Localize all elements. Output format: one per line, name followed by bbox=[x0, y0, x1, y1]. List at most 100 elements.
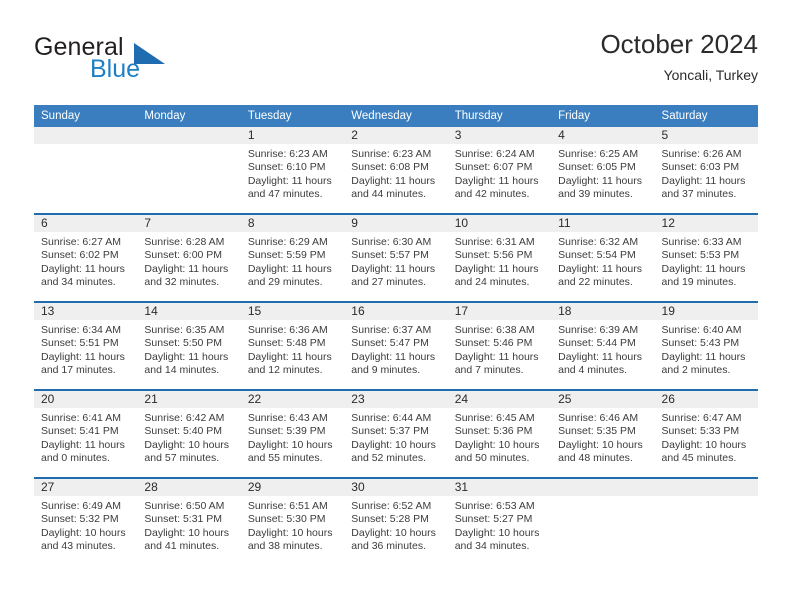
calendar-day-cell[interactable]: 22 Sunrise: 6:43 AM Sunset: 5:39 PM Dayligh… bbox=[240, 389, 345, 478]
calendar-day-cell[interactable]: 10 Sunrise: 6:31 AM Sunset: 5:56 PM Dayligh… bbox=[447, 213, 552, 302]
sunset-text: Sunset: 5:48 PM bbox=[247, 337, 326, 350]
sunrise-text: Sunrise: 6:38 AM bbox=[454, 324, 535, 336]
calendar-day-cell[interactable]: 18 Sunrise: 6:39 AM Sunset: 5:44 PM Dayligh… bbox=[551, 301, 655, 390]
day-cell-inner: 21 Sunrise: 6:42 AM Sunset: 5:40 PM Dayligh… bbox=[137, 391, 241, 477]
calendar-day-cell[interactable]: 8 Sunrise: 6:29 AM Sunset: 5:59 PM Daylight… bbox=[240, 213, 345, 302]
calendar-day-cell[interactable]: 2 Sunrise: 6:23 AM Sunset: 6:08 PM Daylight… bbox=[344, 127, 448, 214]
calendar-day-cell[interactable]: 1 Sunrise: 6:23 AM Sunset: 6:10 PM Daylight… bbox=[240, 127, 345, 214]
brand-logo[interactable]: General Blue bbox=[34, 34, 264, 90]
calendar-day-cell[interactable]: 20 Sunrise: 6:41 AM Sunset: 5:41 PM Dayligh… bbox=[34, 389, 138, 478]
calendar-day-cell[interactable]: 14 Sunrise: 6:35 AM Sunset: 5:50 PM Dayligh… bbox=[137, 301, 241, 390]
day-number bbox=[654, 479, 758, 496]
page-subtitle: Yoncali, Turkey bbox=[663, 67, 758, 83]
sunrise-text: Sunrise: 6:35 AM bbox=[144, 324, 225, 336]
daylight-text: Daylight: 11 hours and 32 minutes. bbox=[144, 262, 229, 289]
calendar-day-cell[interactable]: 5 Sunrise: 6:26 AM Sunset: 6:03 PM Daylight… bbox=[654, 127, 758, 214]
calendar-day-cell-empty bbox=[137, 127, 241, 214]
daylight-text: Daylight: 10 hours and 36 minutes. bbox=[351, 526, 436, 553]
column-header-friday: Friday bbox=[551, 105, 655, 127]
day-details: Sunrise: 6:39 AM Sunset: 5:44 PM Daylight:… bbox=[551, 320, 654, 378]
day-cell-inner: 26 Sunrise: 6:47 AM Sunset: 5:33 PM Dayligh… bbox=[654, 391, 758, 477]
calendar-day-cell[interactable]: 4 Sunrise: 6:25 AM Sunset: 6:05 PM Daylight… bbox=[551, 127, 655, 214]
sunrise-text: Sunrise: 6:47 AM bbox=[661, 412, 742, 424]
calendar-day-cell[interactable]: 12 Sunrise: 6:33 AM Sunset: 5:53 PM Dayligh… bbox=[654, 213, 758, 302]
day-details: Sunrise: 6:31 AM Sunset: 5:56 PM Daylight:… bbox=[448, 232, 551, 290]
calendar-day-cell[interactable]: 9 Sunrise: 6:30 AM Sunset: 5:57 PM Daylight… bbox=[344, 213, 448, 302]
day-cell-inner bbox=[137, 127, 241, 213]
calendar-day-cell[interactable]: 7 Sunrise: 6:28 AM Sunset: 6:00 PM Daylight… bbox=[137, 213, 241, 302]
day-details: Sunrise: 6:45 AM Sunset: 5:36 PM Daylight:… bbox=[448, 408, 551, 466]
calendar-day-cell[interactable]: 16 Sunrise: 6:37 AM Sunset: 5:47 PM Dayligh… bbox=[344, 301, 448, 390]
day-cell-inner: 28 Sunrise: 6:50 AM Sunset: 5:31 PM Dayligh… bbox=[137, 479, 241, 565]
daylight-text: Daylight: 10 hours and 57 minutes. bbox=[144, 438, 230, 465]
day-details: Sunrise: 6:25 AM Sunset: 6:05 PM Daylight:… bbox=[551, 144, 654, 202]
calendar-day-cell[interactable]: 28 Sunrise: 6:50 AM Sunset: 5:31 PM Dayligh… bbox=[137, 477, 241, 565]
column-header-saturday: Saturday bbox=[654, 105, 758, 127]
day-number: 7 bbox=[137, 215, 241, 232]
sunset-text: Sunset: 5:41 PM bbox=[41, 425, 119, 438]
day-cell-inner: 17 Sunrise: 6:38 AM Sunset: 5:46 PM Dayligh… bbox=[447, 303, 552, 389]
day-number: 8 bbox=[240, 215, 345, 232]
calendar-day-cell[interactable]: 25 Sunrise: 6:46 AM Sunset: 5:35 PM Dayligh… bbox=[551, 389, 655, 478]
daylight-text: Daylight: 10 hours and 38 minutes. bbox=[247, 526, 333, 553]
day-number: 23 bbox=[344, 391, 448, 408]
page-header: General Blue October 2024 Yoncali, Turke… bbox=[34, 28, 758, 98]
day-number: 2 bbox=[344, 127, 448, 144]
day-number: 1 bbox=[240, 127, 345, 144]
sunset-text: Sunset: 5:44 PM bbox=[558, 337, 636, 350]
sunrise-text: Sunrise: 6:28 AM bbox=[144, 236, 225, 248]
sunset-text: Sunset: 6:02 PM bbox=[41, 249, 119, 262]
day-cell-inner: 9 Sunrise: 6:30 AM Sunset: 5:57 PM Daylight… bbox=[344, 215, 448, 301]
day-number bbox=[551, 479, 655, 496]
daylight-text: Daylight: 10 hours and 41 minutes. bbox=[144, 526, 230, 553]
sunrise-text: Sunrise: 6:44 AM bbox=[351, 412, 432, 424]
sunrise-text: Sunrise: 6:53 AM bbox=[454, 500, 535, 512]
daylight-text: Daylight: 11 hours and 27 minutes. bbox=[351, 262, 436, 289]
calendar-day-cell[interactable]: 24 Sunrise: 6:45 AM Sunset: 5:36 PM Dayligh… bbox=[447, 389, 552, 478]
day-cell-inner: 5 Sunrise: 6:26 AM Sunset: 6:03 PM Daylight… bbox=[654, 127, 758, 213]
sunset-text: Sunset: 5:37 PM bbox=[351, 425, 429, 438]
calendar-day-cell[interactable]: 31 Sunrise: 6:53 AM Sunset: 5:27 PM Dayligh… bbox=[447, 477, 552, 565]
calendar-day-cell-empty bbox=[654, 477, 758, 565]
calendar-day-cell[interactable]: 19 Sunrise: 6:40 AM Sunset: 5:43 PM Dayligh… bbox=[654, 301, 758, 390]
day-number: 17 bbox=[447, 303, 552, 320]
calendar-day-cell[interactable]: 26 Sunrise: 6:47 AM Sunset: 5:33 PM Dayligh… bbox=[654, 389, 758, 478]
sunrise-text: Sunrise: 6:42 AM bbox=[144, 412, 225, 424]
sunset-text: Sunset: 6:10 PM bbox=[247, 161, 326, 174]
calendar-day-cell[interactable]: 13 Sunrise: 6:34 AM Sunset: 5:51 PM Dayligh… bbox=[34, 301, 138, 390]
day-cell-inner: 2 Sunrise: 6:23 AM Sunset: 6:08 PM Daylight… bbox=[344, 127, 448, 213]
calendar-day-cell[interactable]: 6 Sunrise: 6:27 AM Sunset: 6:02 PM Daylight… bbox=[34, 213, 138, 302]
day-cell-inner: 30 Sunrise: 6:52 AM Sunset: 5:28 PM Dayligh… bbox=[344, 479, 448, 565]
calendar-day-cell[interactable]: 11 Sunrise: 6:32 AM Sunset: 5:54 PM Dayligh… bbox=[551, 213, 655, 302]
sunrise-text: Sunrise: 6:45 AM bbox=[454, 412, 535, 424]
sunset-text: Sunset: 5:50 PM bbox=[144, 337, 223, 350]
sunset-text: Sunset: 5:54 PM bbox=[558, 249, 636, 262]
calendar-day-cell[interactable]: 29 Sunrise: 6:51 AM Sunset: 5:30 PM Dayligh… bbox=[240, 477, 345, 565]
calendar-day-cell[interactable]: 30 Sunrise: 6:52 AM Sunset: 5:28 PM Dayligh… bbox=[344, 477, 448, 565]
daylight-text: Daylight: 11 hours and 24 minutes. bbox=[454, 262, 539, 289]
day-details: Sunrise: 6:23 AM Sunset: 6:10 PM Daylight:… bbox=[241, 144, 344, 202]
daylight-text: Daylight: 11 hours and 47 minutes. bbox=[247, 174, 332, 201]
calendar-day-cell[interactable]: 17 Sunrise: 6:38 AM Sunset: 5:46 PM Dayligh… bbox=[447, 301, 552, 390]
day-number: 12 bbox=[654, 215, 758, 232]
daylight-text: Daylight: 11 hours and 44 minutes. bbox=[351, 174, 436, 201]
calendar-day-cell[interactable]: 23 Sunrise: 6:44 AM Sunset: 5:37 PM Dayligh… bbox=[344, 389, 448, 478]
day-number: 3 bbox=[447, 127, 552, 144]
calendar-day-cell[interactable]: 15 Sunrise: 6:36 AM Sunset: 5:48 PM Dayligh… bbox=[240, 301, 345, 390]
calendar-header-row: Sunday Monday Tuesday Wednesday Thursday… bbox=[34, 105, 758, 127]
sunset-text: Sunset: 5:28 PM bbox=[351, 513, 429, 526]
day-cell-inner bbox=[34, 127, 138, 213]
calendar-day-cell[interactable]: 3 Sunrise: 6:24 AM Sunset: 6:07 PM Daylight… bbox=[447, 127, 552, 214]
daylight-text: Daylight: 11 hours and 17 minutes. bbox=[41, 350, 125, 377]
sunrise-text: Sunrise: 6:49 AM bbox=[41, 500, 121, 512]
column-header-tuesday: Tuesday bbox=[240, 105, 345, 127]
sunrise-text: Sunrise: 6:25 AM bbox=[558, 148, 639, 160]
sunrise-text: Sunrise: 6:51 AM bbox=[247, 500, 328, 512]
calendar-day-cell[interactable]: 21 Sunrise: 6:42 AM Sunset: 5:40 PM Dayligh… bbox=[137, 389, 241, 478]
sunset-text: Sunset: 5:53 PM bbox=[661, 249, 740, 262]
calendar-day-cell[interactable]: 27 Sunrise: 6:49 AM Sunset: 5:32 PM Dayligh… bbox=[34, 477, 138, 565]
day-cell-inner: 20 Sunrise: 6:41 AM Sunset: 5:41 PM Dayligh… bbox=[34, 391, 138, 477]
daylight-text: Daylight: 10 hours and 52 minutes. bbox=[351, 438, 436, 465]
day-number: 11 bbox=[551, 215, 655, 232]
sunrise-text: Sunrise: 6:26 AM bbox=[661, 148, 742, 160]
